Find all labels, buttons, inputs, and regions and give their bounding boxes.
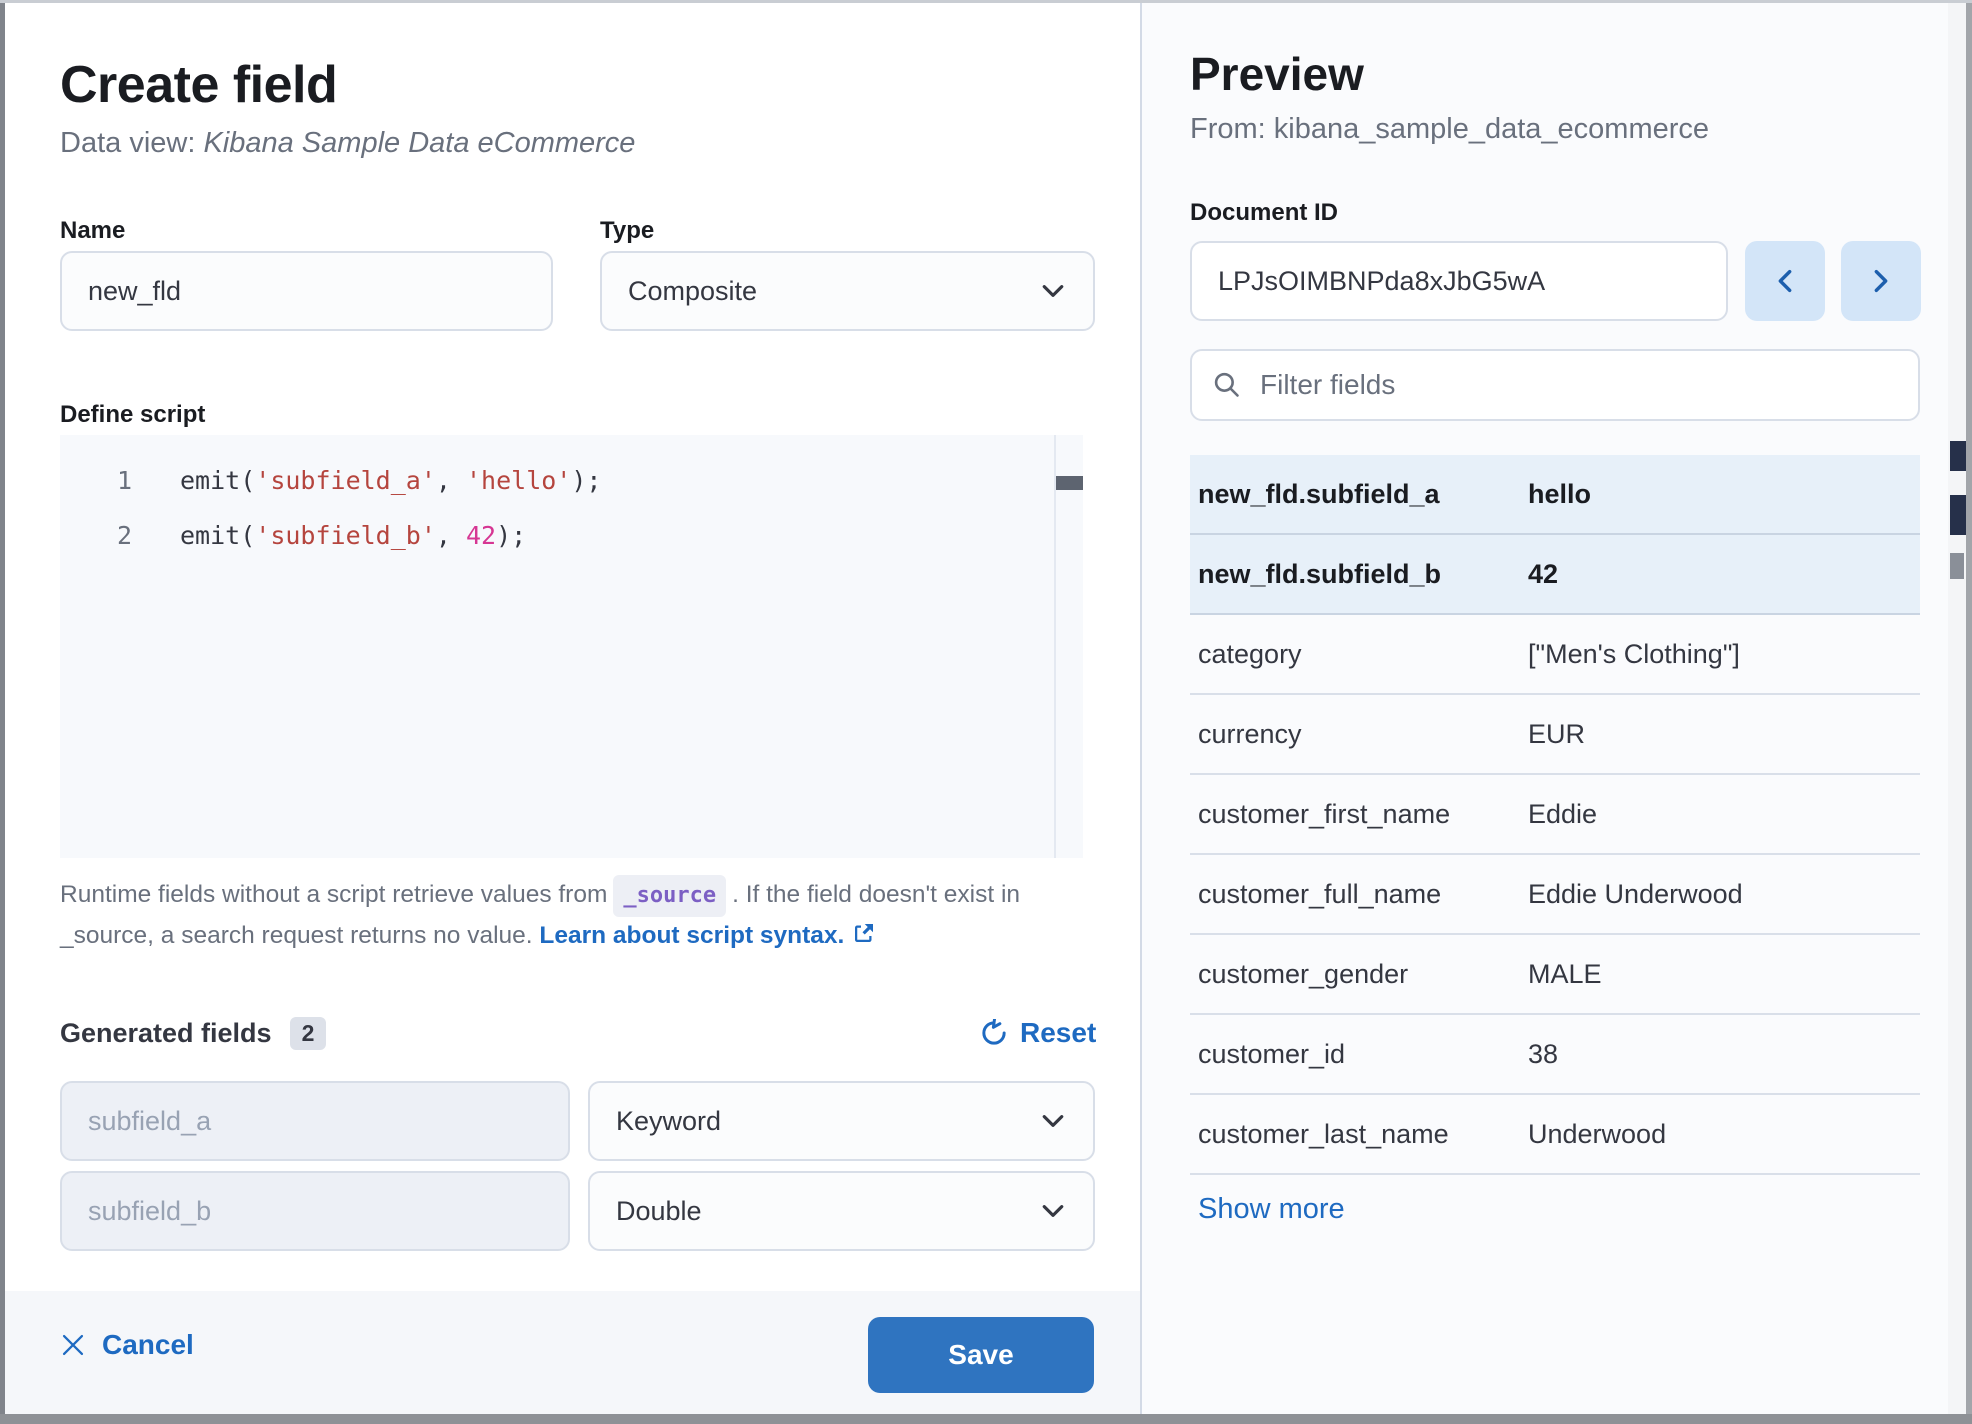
generated-fields-label: Generated fields [60, 1018, 272, 1049]
table-row: customer_id 38 [1190, 1015, 1920, 1095]
field-value: ["Men's Clothing"] [1528, 639, 1740, 670]
field-value: Eddie [1528, 799, 1597, 830]
refresh-icon [980, 1019, 1008, 1047]
name-label: Name [60, 217, 125, 245]
field-name: customer_full_name [1190, 879, 1528, 910]
script-code-editor[interactable]: 1 emit('subfield_a', 'hello'); 2 emit('s… [60, 435, 1083, 858]
background-fragment [1950, 553, 1964, 579]
generated-fields-count-badge: 2 [290, 1017, 327, 1050]
background-fragment [1950, 441, 1966, 471]
background-fragment [1950, 495, 1966, 535]
table-row: customer_gender MALE [1190, 935, 1920, 1015]
field-value: 42 [1528, 559, 1558, 590]
field-value: 38 [1528, 1039, 1558, 1070]
field-name: category [1190, 639, 1528, 670]
define-script-label: Define script [60, 401, 205, 429]
field-name: customer_id [1190, 1039, 1528, 1070]
line-number: 2 [60, 521, 132, 550]
show-more-link[interactable]: Show more [1198, 1193, 1345, 1226]
subfield-a-type-select[interactable]: Keyword [588, 1081, 1095, 1161]
subfield-a-name-input [60, 1081, 570, 1161]
subfield-a-type-value: Keyword [616, 1106, 721, 1137]
type-label: Type [600, 217, 654, 245]
field-name: customer_last_name [1190, 1119, 1528, 1150]
window-border-bottom [0, 1414, 1972, 1424]
subfield-b-type-select[interactable]: Double [588, 1171, 1095, 1251]
line-number: 1 [60, 466, 132, 495]
data-view-name: Kibana Sample Data eCommerce [203, 127, 635, 159]
preview-fields-table: new_fld.subfield_a hello new_fld.subfiel… [1190, 455, 1920, 1175]
field-name: customer_gender [1190, 959, 1528, 990]
preview-title: Preview [1190, 47, 1364, 101]
script-help-text: Runtime fields without a script retrieve… [60, 875, 1070, 955]
editor-scrollbar-track [1054, 435, 1056, 858]
field-value: MALE [1528, 959, 1602, 990]
cancel-button[interactable]: Cancel [60, 1329, 194, 1361]
table-row: customer_first_name Eddie [1190, 775, 1920, 855]
type-select[interactable]: Composite [600, 251, 1095, 331]
filter-fields-box[interactable] [1190, 349, 1920, 421]
background-page-sliver [1948, 3, 1966, 1417]
table-row: new_fld.subfield_b 42 [1190, 535, 1920, 615]
document-id-label: Document ID [1190, 199, 1338, 227]
field-name: new_fld.subfield_b [1190, 559, 1528, 590]
editor-scrollbar-thumb[interactable] [1056, 476, 1083, 490]
subfield-b-type-value: Double [616, 1196, 702, 1227]
document-id-input[interactable] [1190, 241, 1728, 321]
search-icon [1212, 370, 1242, 400]
window-border-left [0, 3, 5, 1424]
field-value: Eddie Underwood [1528, 879, 1743, 910]
script-syntax-link[interactable]: Learn about script syntax. [539, 922, 844, 949]
name-input[interactable] [60, 251, 553, 331]
table-row: currency EUR [1190, 695, 1920, 775]
save-button[interactable]: Save [868, 1317, 1094, 1393]
next-document-button[interactable] [1841, 241, 1921, 321]
subfield-b-name-input [60, 1171, 570, 1251]
chevron-down-icon [1039, 1107, 1067, 1135]
chevron-right-icon [1866, 266, 1896, 296]
field-name: customer_first_name [1190, 799, 1528, 830]
table-row: category ["Men's Clothing"] [1190, 615, 1920, 695]
previous-document-button[interactable] [1745, 241, 1825, 321]
source-code-badge: _source [613, 875, 726, 917]
field-value: EUR [1528, 719, 1585, 750]
code-line: 1 emit('subfield_a', 'hello'); [60, 453, 1083, 508]
type-select-value: Composite [628, 276, 757, 307]
table-row: customer_last_name Underwood [1190, 1095, 1920, 1175]
table-row: new_fld.subfield_a hello [1190, 455, 1920, 535]
data-view-subtitle: Data view: Kibana Sample Data eCommerce [60, 127, 635, 160]
code-line: 2 emit('subfield_b', 42); [60, 508, 1083, 563]
preview-panel: Preview From: kibana_sample_data_ecommer… [1142, 3, 1948, 1417]
table-row: customer_full_name Eddie Underwood [1190, 855, 1920, 935]
create-field-form: Create field Data view: Kibana Sample Da… [5, 3, 1140, 1417]
field-value: Underwood [1528, 1119, 1666, 1150]
generated-fields-header: Generated fields 2 [60, 1017, 326, 1050]
preview-from: From: kibana_sample_data_ecommerce [1190, 113, 1709, 146]
data-view-label: Data view: [60, 127, 203, 159]
chevron-down-icon [1039, 277, 1067, 305]
close-icon [60, 1332, 86, 1358]
window-border-right [1966, 3, 1972, 1424]
flyout-footer: Cancel Save [5, 1291, 1140, 1417]
page-title: Create field [60, 55, 337, 115]
field-name: new_fld.subfield_a [1190, 479, 1528, 510]
field-name: currency [1190, 719, 1528, 750]
field-value: hello [1528, 479, 1591, 510]
filter-fields-input[interactable] [1260, 369, 1898, 401]
create-field-flyout: Create field Data view: Kibana Sample Da… [0, 0, 1972, 1424]
chevron-down-icon [1039, 1197, 1067, 1225]
reset-button[interactable]: Reset [980, 1017, 1096, 1049]
chevron-left-icon [1770, 266, 1800, 296]
external-link-icon [852, 921, 876, 945]
